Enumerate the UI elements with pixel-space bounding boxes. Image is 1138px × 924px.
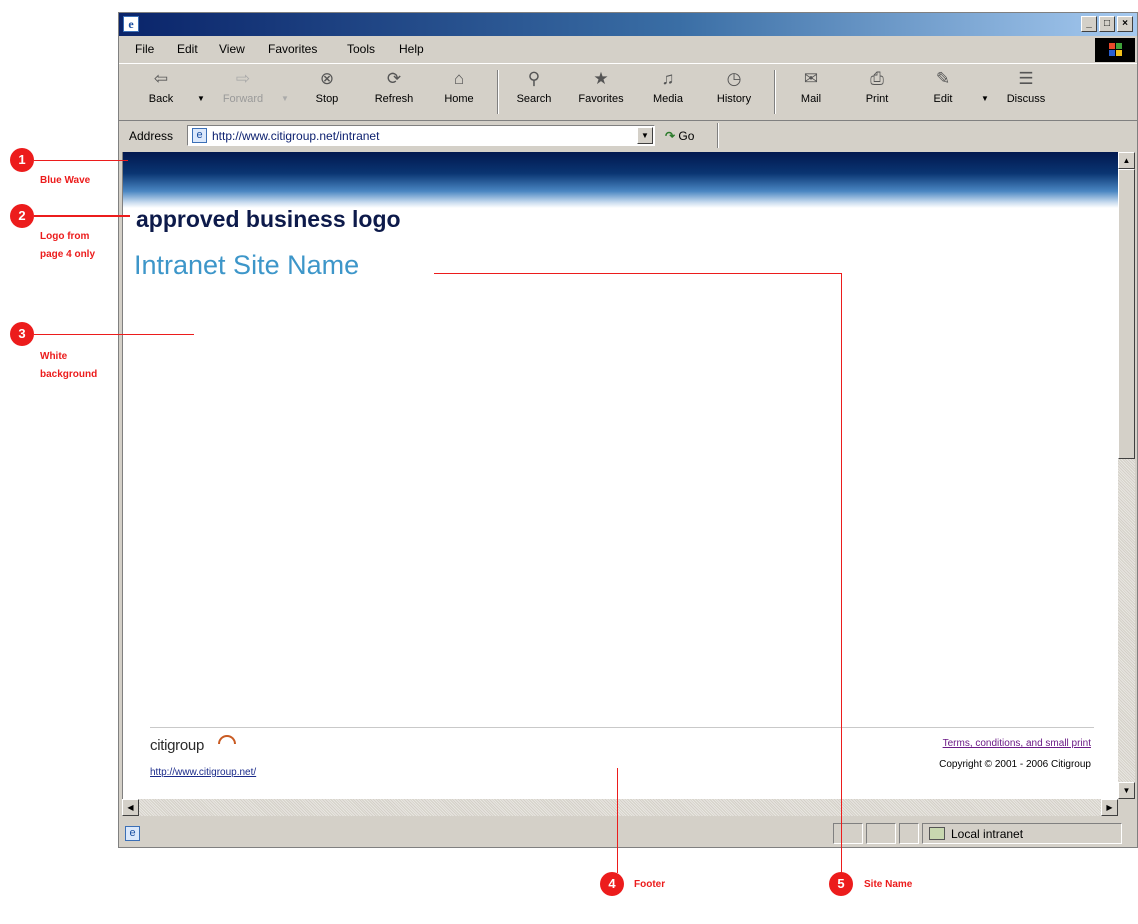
edit-button[interactable]: ✎ Edit — [925, 68, 961, 118]
minimize-icon[interactable]: _ — [1081, 16, 1097, 32]
browser-window: e _ □ × File Edit View Favorites Tools H… — [118, 12, 1138, 848]
citigroup-arc-icon — [218, 735, 236, 744]
annotation-marker-2: 2 — [10, 204, 34, 228]
annotation-label-1: Blue Wave — [40, 175, 91, 186]
toolbar-separator — [774, 70, 776, 114]
refresh-button[interactable]: ⟳ Refresh — [366, 68, 422, 118]
home-icon: ⌂ — [453, 69, 465, 88]
status-cell — [899, 823, 919, 844]
zone-label: Local intranet — [951, 827, 1024, 841]
address-dropdown-icon[interactable]: ▼ — [637, 127, 653, 144]
blue-wave-banner — [123, 152, 1118, 208]
address-separator — [717, 123, 719, 148]
ie-icon: e — [123, 16, 139, 32]
edit-dropdown-icon[interactable]: ▼ — [981, 94, 989, 103]
standard-toolbar: ⇦ Back ▼ ⇨ Forward ▼ ⊗ Stop ⟳ Refresh ⌂ … — [119, 63, 1137, 121]
mail-button[interactable]: ✉ Mail — [791, 68, 831, 118]
back-dropdown-icon[interactable]: ▼ — [197, 94, 205, 103]
status-cell — [866, 823, 896, 844]
annotation-leader-1 — [34, 160, 128, 161]
zone-cell: Local intranet — [922, 823, 1122, 844]
vertical-scrollbar[interactable]: ▲ ▼ — [1118, 152, 1135, 799]
stop-button[interactable]: ⊗ Stop — [309, 68, 345, 118]
media-button[interactable]: ♫ Media — [645, 68, 691, 118]
status-bar: e Local intranet — [119, 819, 1137, 847]
status-cell — [833, 823, 863, 844]
menu-tools[interactable]: Tools — [347, 42, 375, 56]
discuss-button[interactable]: ☰ Discuss — [999, 68, 1053, 118]
forward-arrow-icon: ⇨ — [235, 69, 251, 88]
forward-dropdown-icon[interactable]: ▼ — [281, 94, 289, 103]
back-button[interactable]: ⇦ Back — [143, 68, 179, 118]
menu-file[interactable]: File — [135, 42, 154, 56]
menu-bar: File Edit View Favorites Tools Help — [119, 38, 1137, 62]
address-url[interactable]: http://www.citigroup.net/intranet — [212, 129, 379, 143]
annotation-leader-3 — [34, 334, 194, 335]
annotation-label-4: Footer — [634, 879, 666, 890]
local-intranet-icon — [929, 827, 945, 840]
title-bar[interactable]: e _ □ × — [119, 13, 1137, 36]
annotation-leader-2 — [34, 215, 130, 217]
forward-button[interactable]: ⇨ Forward — [213, 68, 273, 118]
menu-favorites[interactable]: Favorites — [268, 42, 317, 56]
scroll-left-icon[interactable]: ◀ — [122, 799, 139, 816]
page-status-icon: e — [125, 826, 140, 841]
site-name[interactable]: Intranet Site Name — [134, 250, 359, 281]
address-input[interactable]: e http://www.citigroup.net/intranet ▼ — [187, 125, 655, 146]
discuss-icon: ☰ — [1018, 69, 1034, 88]
annotation-leader-5a — [434, 273, 842, 274]
refresh-icon: ⟳ — [386, 69, 402, 88]
maximize-icon[interactable]: □ — [1099, 16, 1115, 32]
footer-home-link[interactable]: http://www.citigroup.net/ — [150, 767, 256, 778]
copyright-text: Copyright © 2001 - 2006 Citigroup — [939, 759, 1091, 770]
page-icon: e — [192, 128, 207, 143]
scroll-down-icon[interactable]: ▼ — [1118, 782, 1135, 799]
menu-edit[interactable]: Edit — [177, 42, 198, 56]
page-viewport: approved business logo Intranet Site Nam… — [122, 152, 1118, 799]
edit-icon: ✎ — [935, 69, 951, 88]
annotation-leader-4 — [617, 768, 618, 873]
annotation-leader-5b — [841, 273, 842, 873]
print-icon: ⎙ — [870, 69, 884, 88]
business-logo[interactable]: approved business logo — [136, 206, 401, 233]
menu-help[interactable]: Help — [399, 42, 424, 56]
scroll-up-icon[interactable]: ▲ — [1118, 152, 1135, 169]
annotation-marker-4: 4 — [600, 872, 624, 896]
favorites-button[interactable]: ★ Favorites — [569, 68, 633, 118]
go-arrow-icon: ↷ — [665, 129, 676, 143]
terms-link[interactable]: Terms, conditions, and small print — [943, 738, 1091, 749]
windows-logo-icon — [1095, 38, 1135, 62]
media-icon: ♫ — [661, 69, 675, 88]
go-label: Go — [678, 129, 695, 143]
mail-icon: ✉ — [803, 69, 819, 88]
favorites-icon: ★ — [593, 69, 609, 88]
annotation-marker-5: 5 — [829, 872, 853, 896]
annotation-label-2: Logo from page 4 only — [40, 231, 96, 260]
annotation-marker-3: 3 — [10, 322, 34, 346]
go-button[interactable]: ↷ Go — [665, 129, 694, 143]
annotation-marker-1: 1 — [10, 148, 34, 172]
menu-view[interactable]: View — [219, 42, 245, 56]
citigroup-logo[interactable]: citigroup — [150, 737, 204, 754]
toolbar-separator — [497, 70, 499, 114]
annotation-label-5: Site Name — [864, 879, 913, 890]
close-icon[interactable]: × — [1117, 16, 1133, 32]
history-icon: ◷ — [726, 69, 742, 88]
footer-divider — [150, 727, 1094, 728]
window-controls: _ □ × — [1081, 16, 1133, 32]
annotation-label-3: White background — [40, 351, 98, 380]
address-bar: Address e http://www.citigroup.net/intra… — [119, 123, 1137, 149]
scroll-right-icon[interactable]: ▶ — [1101, 799, 1118, 816]
horizontal-scrollbar[interactable]: ◀ ▶ — [122, 799, 1118, 816]
print-button[interactable]: ⎙ Print — [857, 68, 897, 118]
stop-icon: ⊗ — [319, 69, 335, 88]
home-button[interactable]: ⌂ Home — [437, 68, 481, 118]
back-arrow-icon: ⇦ — [153, 69, 169, 88]
vertical-scroll-thumb[interactable] — [1118, 169, 1135, 459]
address-label: Address — [129, 129, 174, 143]
search-icon: ⚲ — [527, 69, 541, 88]
search-button[interactable]: ⚲ Search — [509, 68, 559, 118]
history-button[interactable]: ◷ History — [709, 68, 759, 118]
